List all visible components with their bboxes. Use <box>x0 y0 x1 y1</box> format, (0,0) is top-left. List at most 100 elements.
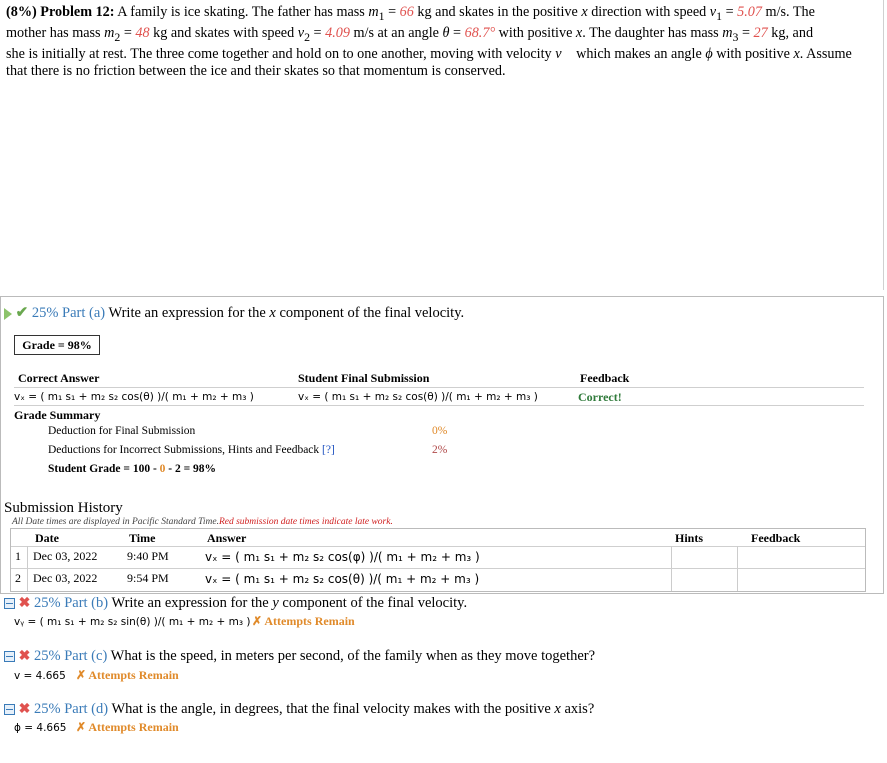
col-student-submission: Student Final Submission <box>298 371 430 385</box>
row-time: 9:40 PM <box>127 549 169 563</box>
col-feedback: Feedback <box>751 531 801 545</box>
mother-speed: 4.09 <box>325 24 350 41</box>
feedback-correct: Correct! <box>578 390 622 404</box>
col-date: Date <box>35 531 59 545</box>
grade-summary-title: Grade Summary <box>14 408 101 422</box>
part-b-label: Part (b) <box>64 595 109 611</box>
row-answer: vₓ = ( m₁ s₁ + m₂ s₂ cos(φ) )/( m₁ + m₂ … <box>205 550 480 564</box>
problem-text: she is initially at rest. The three come… <box>6 45 556 62</box>
problem-weight: (8%) <box>6 4 37 20</box>
part-b-answer: vᵧ = ( m₁ s₁ + m₂ s₂ sin(θ) )/( m₁ + m₂ … <box>14 616 251 628</box>
deduction-final-value: 0% <box>432 425 448 437</box>
help-link[interactable]: [?] <box>322 444 335 456</box>
part-d-answer: ϕ = 4.665 <box>14 722 67 734</box>
student-grade-text: Student Grade = 100 - <box>48 463 160 475</box>
checkmark-icon: ✔ <box>15 305 29 321</box>
mother-mass: 48 <box>135 24 150 41</box>
part-a-question: component of the final velocity. <box>275 305 465 321</box>
row-date: Dec 03, 2022 <box>33 571 98 585</box>
deduction-incorrect-label: Deductions for Incorrect Submissions, Hi… <box>48 444 335 456</box>
deduction-final-label: Deduction for Final Submission <box>48 425 196 437</box>
note-text: All Date times are displayed in Pacific … <box>12 517 219 527</box>
collapse-icon[interactable] <box>4 704 15 716</box>
equals: = <box>384 4 400 20</box>
problem-text: kg and skates with speed <box>149 24 298 41</box>
part-c-label: Part (c) <box>64 648 108 664</box>
collapse-icon[interactable] <box>4 598 15 610</box>
deduction-incorrect-value: 2% <box>432 444 448 456</box>
part-c-percent: 25% <box>33 648 61 664</box>
problem-text: A family is ice skating. The father has … <box>117 4 369 20</box>
correct-answer-formula: vₓ = ( m₁ s₁ + m₂ s₂ cos(θ) )/( m₁ + m₂ … <box>14 391 254 403</box>
problem-text: m/s. The <box>761 4 815 20</box>
col-time: Time <box>129 531 156 545</box>
problem-text: with positive <box>712 45 794 62</box>
var-vvec: v⃗ <box>555 45 573 62</box>
part-c-status: ✗ Attempts Remain <box>76 668 179 682</box>
problem-text: kg and skates in the positive <box>413 4 582 20</box>
problem-statement: (8%) Problem 12: A family is ice skating… <box>6 4 852 79</box>
part-b-percent: 25% <box>33 595 61 611</box>
grade-box: Grade = 98% <box>14 335 100 355</box>
mother-angle: 68.7° <box>464 24 496 41</box>
part-c-answer: v = 4.665 <box>14 670 66 682</box>
note-red-text: Red submission date times indicate late … <box>218 517 393 527</box>
part-a-header[interactable]: ✔ 25% Part (a) Write an expression for t… <box>4 303 464 322</box>
row-number: 1 <box>15 549 21 563</box>
part-a-percent: 25% <box>31 305 59 321</box>
x-mark-icon: ✖ <box>18 596 31 611</box>
daughter-mass: 27 <box>753 24 768 41</box>
row-answer: vₓ = ( m₁ s₁ + m₂ s₂ cos(θ) )/( m₁ + m₂ … <box>205 572 480 586</box>
problem-text: . Assume <box>799 45 852 62</box>
col-feedback: Feedback <box>580 371 630 385</box>
student-submission-formula: vₓ = ( m₁ s₁ + m₂ s₂ cos(θ) )/( m₁ + m₂ … <box>298 391 538 403</box>
col-correct-answer: Correct Answer <box>18 371 100 385</box>
problem-text: direction with speed <box>587 4 710 20</box>
problem-text: kg, and <box>767 24 814 41</box>
submission-history-title: Submission History <box>4 500 123 516</box>
divider <box>11 568 865 569</box>
collapse-icon[interactable] <box>4 651 15 663</box>
part-d-label: Part (d) <box>64 701 109 717</box>
problem-text: m/s at an angle <box>349 24 443 41</box>
problem-text: which makes an angle <box>572 45 706 62</box>
panel-border <box>883 0 884 290</box>
var-theta: θ <box>442 24 450 41</box>
part-b-header[interactable]: ✖ 25% Part (b) Write an expression for t… <box>4 595 467 612</box>
row-number: 2 <box>15 571 21 585</box>
problem-text: mother has mass <box>6 24 105 41</box>
divider <box>14 387 864 388</box>
part-c-question: What is the speed, in meters per second,… <box>110 648 596 664</box>
part-a-question: Write an expression for the <box>108 305 270 321</box>
part-d-question: What is the angle, in degrees, that the … <box>111 701 555 717</box>
divider <box>14 405 864 406</box>
student-grade: Student Grade = 100 - 0 - 2 = 98% <box>48 463 216 475</box>
problem-text: that there is no friction between the ic… <box>6 62 506 79</box>
problem-title: Problem 12: <box>40 4 115 20</box>
x-mark-icon: ✖ <box>18 702 31 717</box>
expand-arrow-icon[interactable] <box>4 307 12 320</box>
problem-text: with positive <box>495 24 576 41</box>
x-mark-icon: ✖ <box>18 649 31 664</box>
var-m: m <box>368 4 379 20</box>
part-c-header[interactable]: ✖ 25% Part (c) What is the speed, in met… <box>4 648 595 665</box>
deduction-incorrect-text: Deductions for Incorrect Submissions, Hi… <box>48 444 320 456</box>
part-a-label: Part (a) <box>62 305 106 321</box>
part-b-status: ✗ Attempts Remain <box>252 614 355 628</box>
part-d-header[interactable]: ✖ 25% Part (d) What is the angle, in deg… <box>4 701 594 718</box>
equals: = <box>722 4 738 20</box>
submission-history-note: All Date times are displayed in Pacific … <box>12 517 393 527</box>
part-d-percent: 25% <box>33 701 61 717</box>
col-hints: Hints <box>675 531 704 545</box>
col-answer: Answer <box>207 531 247 545</box>
part-b-question: component of the final velocity. <box>278 595 468 611</box>
row-date: Dec 03, 2022 <box>33 549 98 563</box>
part-d-status: ✗ Attempts Remain <box>76 720 179 734</box>
row-time: 9:54 PM <box>127 571 169 585</box>
part-b-question: Write an expression for the <box>111 595 273 611</box>
father-speed: 5.07 <box>737 4 762 20</box>
submission-history-table: Date Time Answer Hints Feedback 1 Dec 03… <box>10 528 866 592</box>
student-grade-text: - 2 = 98% <box>165 463 217 475</box>
var-phi: ϕ <box>705 45 713 62</box>
part-d-question: axis? <box>560 701 595 717</box>
